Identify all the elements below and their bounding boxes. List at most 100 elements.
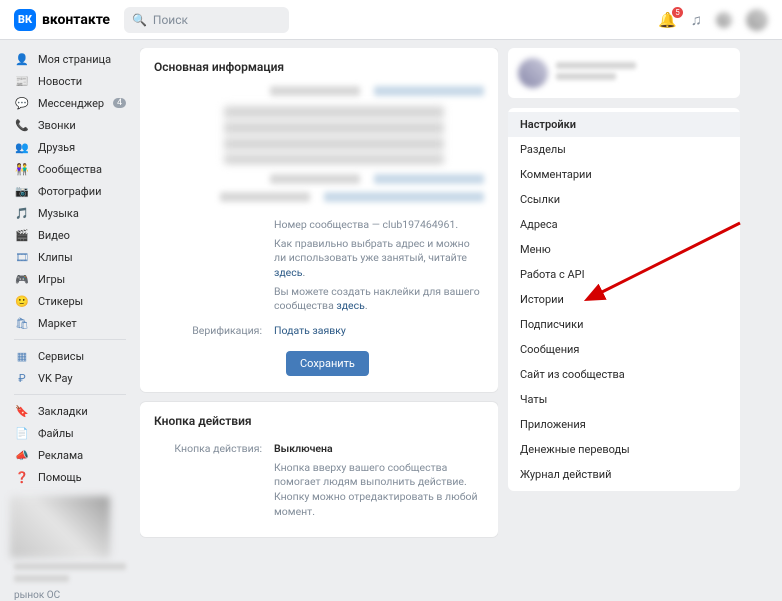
nav-label: Маркет	[38, 317, 77, 330]
hint-link-2[interactable]: здесь	[336, 299, 364, 312]
nav-icon: 👤	[14, 51, 30, 67]
nav-item-стикеры[interactable]: 🙂 Стикеры	[10, 290, 130, 312]
settings-nav-приложения[interactable]: Приложения	[508, 412, 740, 437]
nav-icon: 🎵	[14, 205, 30, 221]
nav-item-клипы[interactable]: 🎞Клипы	[10, 246, 130, 268]
nav-item-сообщества[interactable]: 👫Сообщества	[10, 158, 130, 180]
nav-item-маркет[interactable]: 🛍 Маркет	[10, 312, 130, 334]
header-bar: ВК вконтакте 🔍 Поиск 🔔5 ♫	[0, 0, 782, 40]
action-label: Кнопка действия:	[154, 442, 274, 457]
settings-nav-истории[interactable]: Истории	[508, 287, 740, 312]
settings-nav-разделы[interactable]: Разделы	[508, 137, 740, 162]
settings-nav-ссылки[interactable]: Ссылки	[508, 187, 740, 212]
friend-avatar-blurred[interactable]	[716, 12, 732, 28]
settings-nav-работа-с-api[interactable]: Работа с API	[508, 262, 740, 287]
community-mini-profile[interactable]	[508, 48, 740, 98]
nav-item-мессенджер[interactable]: 💬Мессенджер4	[10, 92, 130, 114]
blurred-label	[270, 86, 360, 96]
hint-link-1[interactable]: здесь	[274, 266, 302, 279]
community-avatar-blurred	[518, 58, 548, 88]
nav-label: Видео	[38, 229, 70, 242]
stickers-hint: Вы можете создать наклейки для вашего со…	[274, 285, 484, 314]
user-avatar[interactable]	[746, 9, 768, 31]
blurred-value	[374, 174, 484, 184]
settings-nav-денежные-переводы[interactable]: Денежные переводы	[508, 437, 740, 462]
sidebar-ad-image[interactable]	[10, 496, 110, 558]
nav-separator	[14, 339, 126, 340]
nav-label: Игры	[38, 273, 65, 286]
nav-label: Моя страница	[38, 53, 111, 66]
notification-badge: 5	[672, 7, 683, 18]
nav-icon: 📄	[14, 425, 30, 441]
brand-text: вконтакте	[42, 12, 110, 28]
nav-icon: 📞	[14, 117, 30, 133]
nav-item-музыка[interactable]: 🎵 Музыка	[10, 202, 130, 224]
blurred-title	[556, 62, 636, 69]
blurred-label	[220, 192, 310, 202]
nav-label: Помощь	[38, 471, 82, 484]
action-hint: Кнопка вверху вашего сообщества помогает…	[274, 461, 484, 520]
settings-nav-комментарии[interactable]: Комментарии	[508, 162, 740, 187]
nav-icon: ❓	[14, 469, 30, 485]
nav-icon: 🎮	[14, 271, 30, 287]
blurred-form-area	[224, 104, 444, 164]
nav-label: Сервисы	[38, 350, 84, 363]
settings-nav-чаты[interactable]: Чаты	[508, 387, 740, 412]
settings-nav-сайт-из-сообщества[interactable]: Сайт из сообщества	[508, 362, 740, 387]
settings-nav-адреса[interactable]: Адреса	[508, 212, 740, 237]
nav-item-звонки[interactable]: 📞Звонки	[10, 114, 130, 136]
left-sidebar: 👤 Моя страница 📰Новости💬Мессенджер4📞Звонки…	[10, 48, 130, 600]
music-icon[interactable]: ♫	[691, 11, 702, 29]
nav-item-закладки[interactable]: 🔖 Закладки	[10, 400, 130, 422]
nav-item-фотографии[interactable]: 📷 Фотографии	[10, 180, 130, 202]
nav-label: Музыка	[38, 207, 79, 220]
action-value: Выключена	[274, 442, 484, 457]
settings-nav-подписчики[interactable]: Подписчики	[508, 312, 740, 337]
section-title: Кнопка действия	[154, 414, 484, 428]
blurred-value	[374, 86, 484, 96]
brand-logo[interactable]: ВК вконтакте	[14, 9, 110, 31]
settings-nav-журнал-действий[interactable]: Журнал действий	[508, 462, 740, 487]
nav-label: Новости	[38, 75, 82, 88]
nav-item-видео[interactable]: 🎬Видео	[10, 224, 130, 246]
nav-label: Закладки	[38, 405, 88, 418]
nav-item-новости[interactable]: 📰Новости	[10, 70, 130, 92]
verification-apply-link[interactable]: Подать заявку	[274, 324, 346, 337]
nav-label: Фотографии	[38, 185, 101, 198]
action-button-card: Кнопка действия Кнопка действия: Выключе…	[140, 402, 498, 537]
nav-icon: 🎞	[14, 249, 30, 265]
settings-nav-меню[interactable]: Меню	[508, 237, 740, 262]
settings-nav-сообщения[interactable]: Сообщения	[508, 337, 740, 362]
verification-label: Верификация:	[154, 324, 274, 339]
section-title: Основная информация	[154, 60, 484, 74]
nav-label: Мессенджер	[38, 97, 104, 110]
nav-item-моя-страница[interactable]: 👤 Моя страница	[10, 48, 130, 70]
search-icon: 🔍	[132, 13, 147, 27]
nav-item-игры[interactable]: 🎮 Игры	[10, 268, 130, 290]
nav-label: Файлы	[38, 427, 74, 440]
ad-label: рынок ОС	[14, 590, 126, 601]
nav-icon: ₽	[14, 370, 30, 386]
nav-item-друзья[interactable]: 👥Друзья	[10, 136, 130, 158]
search-input[interactable]: 🔍 Поиск	[124, 7, 289, 33]
nav-item-сервисы[interactable]: ▦ Сервисы	[10, 345, 130, 367]
save-button[interactable]: Сохранить	[286, 351, 369, 376]
nav-separator	[14, 394, 126, 395]
nav-item-файлы[interactable]: 📄 Файлы	[10, 422, 130, 444]
blurred-value	[324, 192, 484, 202]
nav-icon: 📷	[14, 183, 30, 199]
vk-logo-icon: ВК	[14, 9, 36, 31]
nav-label: VK Pay	[38, 372, 73, 385]
nav-item-реклама[interactable]: 📣Реклама	[10, 444, 130, 466]
nav-icon: 👥	[14, 139, 30, 155]
nav-icon: ▦	[14, 348, 30, 364]
nav-item-помощь[interactable]: ❓ Помощь	[10, 466, 130, 488]
nav-icon: 🙂	[14, 293, 30, 309]
nav-icon: 🛍	[14, 315, 30, 331]
nav-icon: 📣	[14, 447, 30, 463]
bell-icon[interactable]: 🔔5	[658, 11, 677, 29]
nav-label: Стикеры	[38, 295, 83, 308]
settings-nav-настройки[interactable]: Настройки	[508, 112, 740, 137]
nav-icon: 🔖	[14, 403, 30, 419]
nav-item-vk-pay[interactable]: ₽ VK Pay	[10, 367, 130, 389]
